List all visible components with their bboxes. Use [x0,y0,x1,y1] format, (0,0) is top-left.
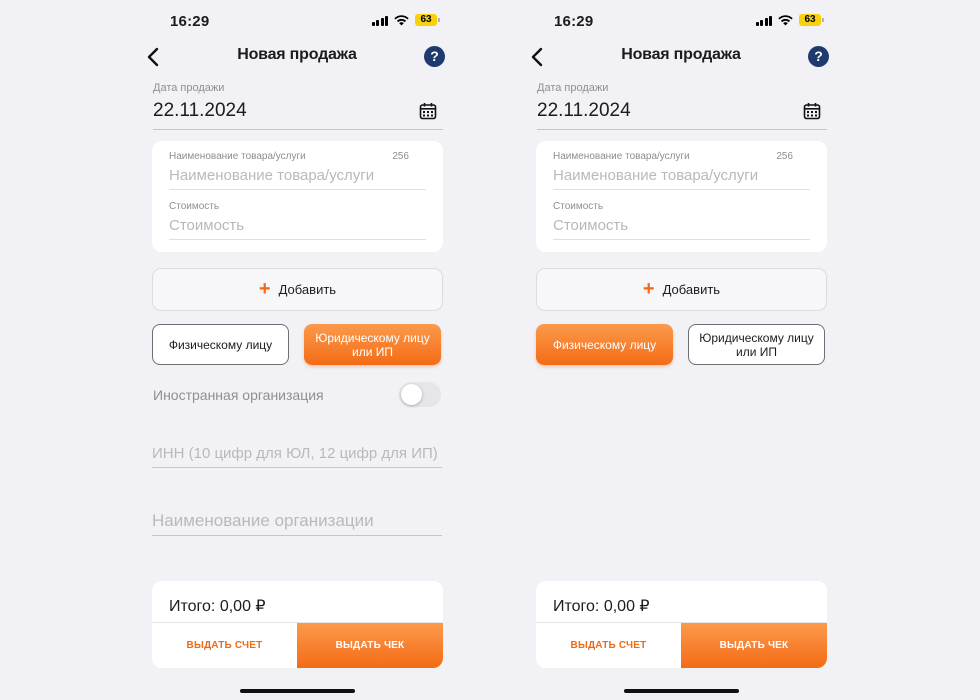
status-bar: 16:29 63 [137,11,457,33]
total-amount: Итого: 0,00 ₽ [553,598,650,615]
item-price-label: Стоимость [169,201,220,212]
status-time: 16:29 [554,13,594,30]
signal-icon [755,15,772,26]
item-price-label: Стоимость [553,201,604,212]
signal-icon [371,15,388,26]
help-icon[interactable]: ? [424,46,445,67]
help-icon[interactable]: ? [808,46,829,67]
item-name-field[interactable]: Наименование товара/услуги 256 Наименова… [553,151,810,190]
inn-input[interactable]: ИНН (10 цифр для ЮЛ, 12 цифр для ИП) [152,445,442,468]
sale-date-value[interactable]: 22.11.2024 [537,100,827,126]
org-name-input[interactable]: Наименование организации [152,511,442,536]
buyer-individual-button[interactable]: Физическому лицу [536,324,673,365]
phone-screen-individual: 16:29 63 Новая продажа ? Дата продажи 22… [521,0,841,700]
buyer-legal-entity-button[interactable]: Юридическому лицу или ИП [688,324,825,365]
item-name-label: Наименование товара/услуги [169,151,306,162]
item-name-input[interactable]: Наименование товара/услуги [553,164,810,190]
item-price-field[interactable]: Стоимость Стоимость [169,201,426,240]
foreign-org-toggle[interactable] [399,382,441,407]
sale-date-label: Дата продажи [537,82,609,94]
add-item-button[interactable]: + Добавить [536,268,827,311]
sale-date-field[interactable]: Дата продажи 22.11.2024 [537,82,827,130]
status-time: 16:29 [170,13,210,30]
item-name-label: Наименование товара/услуги [553,151,690,162]
page-title: Новая продажа [237,46,357,63]
add-item-label: Добавить [662,282,721,297]
buyer-legal-entity-button[interactable]: Юридическому лицу или ИП [304,324,441,365]
total-card: Итого: 0,00 ₽ ВЫДАТЬ СЧЕТ ВЫДАТЬ ЧЕК [152,581,443,668]
add-item-label: Добавить [278,282,337,297]
item-name-input[interactable]: Наименование товара/услуги [169,164,426,190]
home-indicator[interactable] [624,689,739,693]
add-item-button[interactable]: + Добавить [152,268,443,311]
total-card: Итого: 0,00 ₽ ВЫДАТЬ СЧЕТ ВЫДАТЬ ЧЕК [536,581,827,668]
foreign-org-label: Иностранная организация [153,387,324,403]
sale-date-field[interactable]: Дата продажи 22.11.2024 [153,82,443,130]
item-card: Наименование товара/услуги 256 Наименова… [152,141,443,252]
status-icons: 63 [755,14,824,26]
battery-icon: 63 [799,14,824,26]
issue-invoice-button[interactable]: ВЫДАТЬ СЧЕТ [536,623,681,668]
phone-screen-legal-entity: 16:29 63 Новая продажа ? Дата продажи 22… [137,0,457,700]
calendar-icon[interactable] [419,102,437,120]
plus-icon: + [642,277,655,300]
plus-icon: + [258,277,271,300]
item-price-field[interactable]: Стоимость Стоимость [553,201,810,240]
total-amount: Итого: 0,00 ₽ [169,598,266,615]
item-name-field[interactable]: Наименование товара/услуги 256 Наименова… [169,151,426,190]
item-card: Наименование товара/услуги 256 Наименова… [536,141,827,252]
calendar-icon[interactable] [803,102,821,120]
wifi-icon [778,15,793,26]
buyer-individual-button[interactable]: Физическому лицу [152,324,289,365]
wifi-icon [394,15,409,26]
status-icons: 63 [371,14,440,26]
foreign-org-row: Иностранная организация [153,382,443,408]
status-bar: 16:29 63 [521,11,841,33]
home-indicator[interactable] [240,689,355,693]
battery-icon: 63 [415,14,440,26]
navigation-bar: Новая продажа ? [521,42,841,72]
page-title: Новая продажа [621,46,741,63]
navigation-bar: Новая продажа ? [137,42,457,72]
sale-date-value[interactable]: 22.11.2024 [153,100,443,126]
item-name-counter: 256 [392,151,409,162]
sale-date-label: Дата продажи [153,82,225,94]
item-price-input[interactable]: Стоимость [169,214,426,240]
item-price-input[interactable]: Стоимость [553,214,810,240]
issue-receipt-button[interactable]: ВЫДАТЬ ЧЕК [681,623,827,668]
issue-receipt-button[interactable]: ВЫДАТЬ ЧЕК [297,623,443,668]
issue-invoice-button[interactable]: ВЫДАТЬ СЧЕТ [152,623,297,668]
item-name-counter: 256 [776,151,793,162]
